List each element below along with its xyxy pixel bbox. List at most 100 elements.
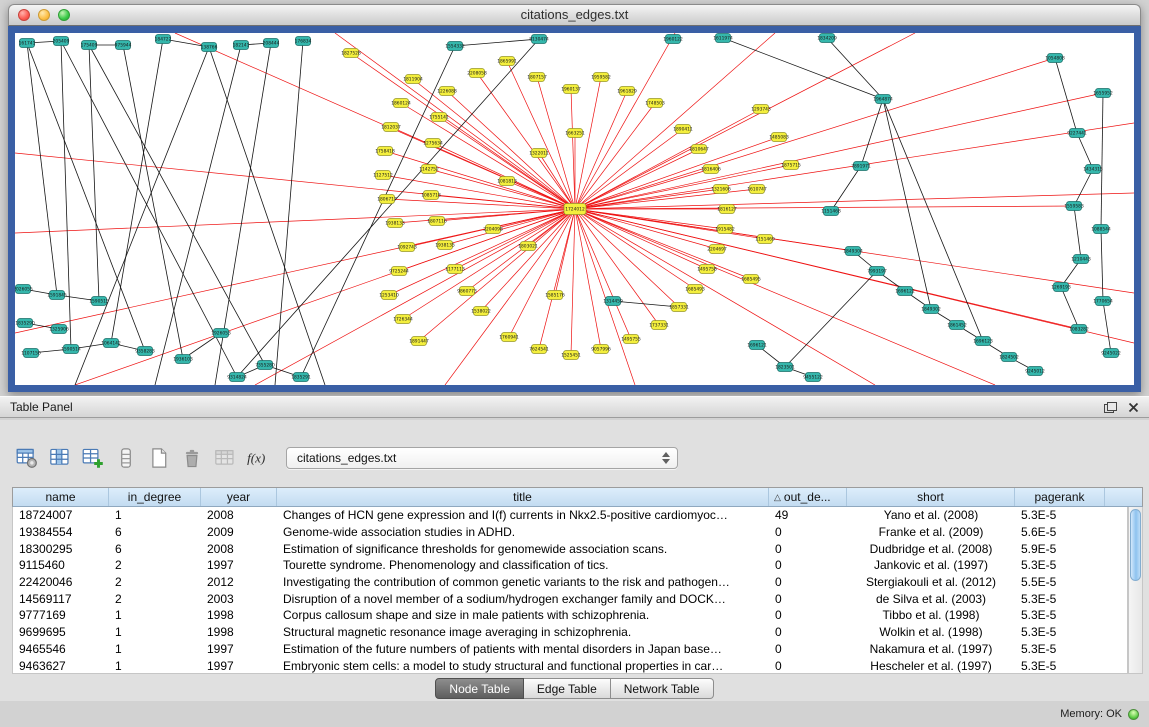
graph-hub-node[interactable]: 1724012	[564, 204, 586, 215]
graph-node[interactable]: 1827528	[341, 49, 361, 58]
graph-node[interactable]: 1810647	[689, 145, 709, 154]
graph-node[interactable]: 1485083	[769, 133, 789, 142]
graph-node[interactable]: 176834	[295, 37, 312, 46]
graph-node[interactable]: 1081813	[497, 177, 517, 186]
graph-node[interactable]: 1816127	[717, 205, 737, 214]
graph-node[interactable]: 9455122	[803, 373, 823, 382]
graph-node[interactable]: 1696123	[973, 337, 993, 346]
graph-node[interactable]: 7355280	[255, 361, 275, 370]
graph-node[interactable]: 1835290	[15, 319, 35, 328]
graph-node[interactable]: 9725244	[389, 267, 409, 276]
graph-node[interactable]: 1088544	[1091, 225, 1111, 234]
graph-node[interactable]: 1663251	[565, 129, 585, 138]
graph-node[interactable]: 1755141	[429, 113, 449, 122]
table-gray-icon[interactable]	[212, 445, 238, 471]
tab-edge-table[interactable]: Edge Table	[524, 678, 611, 699]
column-header-pagerank[interactable]: pagerank	[1015, 488, 1105, 506]
table-row[interactable]: 977716911998Corpus callosum shape and si…	[13, 607, 1127, 624]
graph-node[interactable]: 208444	[263, 39, 280, 48]
graph-node[interactable]: 1816406	[701, 165, 721, 174]
graph-node[interactable]: 1054808	[1045, 54, 1065, 63]
graph-node[interactable]: 1293743	[751, 105, 771, 114]
graph-node[interactable]: 1760941	[499, 333, 519, 342]
graph-node[interactable]: 1611974	[713, 34, 733, 43]
graph-node[interactable]: 184722	[155, 35, 172, 44]
graph-node[interactable]: 9358283	[135, 347, 155, 356]
graph-node[interactable]: 1696122	[895, 287, 915, 296]
graph-node[interactable]: 2026055	[15, 285, 33, 294]
graph-node[interactable]: 9227441	[1067, 129, 1087, 138]
graph-node[interactable]: 1812037	[381, 123, 401, 132]
table-row[interactable]: 946554611997Estimation of the future num…	[13, 641, 1127, 658]
graph-node[interactable]: 1092743	[397, 243, 417, 252]
graph-node[interactable]: 1610747	[747, 185, 767, 194]
graph-node[interactable]: 1961829	[617, 87, 637, 96]
graph-node[interactable]: 1151469	[755, 235, 775, 244]
graph-node[interactable]: 1685493	[685, 285, 705, 294]
graph-node[interactable]: 1849302	[921, 305, 941, 314]
column-header-name[interactable]: name	[13, 488, 109, 506]
graph-node[interactable]: 7624541	[529, 345, 549, 354]
graph-node[interactable]: 7993197	[867, 267, 887, 276]
graph-node[interactable]: 1770654	[1093, 297, 1113, 306]
table-selector-dropdown[interactable]: citations_edges.txt	[286, 447, 678, 469]
graph-node[interactable]: 1823501	[775, 363, 795, 372]
network-canvas[interactable]: 1617412054091754099759441847221387661821…	[15, 33, 1134, 385]
graph-node[interactable]: 1590515	[89, 297, 109, 306]
graph-node[interactable]: 1811904	[403, 75, 423, 84]
graph-node[interactable]: 1807157	[527, 73, 547, 82]
window-titlebar[interactable]: citations_edges.txt	[8, 4, 1141, 26]
graph-node[interactable]: 1938133	[385, 219, 405, 228]
graph-node[interactable]: 9245012	[1025, 367, 1045, 376]
graph-node[interactable]: 1748503	[645, 99, 665, 108]
graph-node[interactable]: 1275634	[423, 139, 443, 148]
graph-node[interactable]: 9245022	[1101, 349, 1121, 358]
graph-node[interactable]: 1807116	[427, 217, 447, 226]
column-icon[interactable]	[113, 445, 139, 471]
graph-node[interactable]: 1806717	[377, 195, 397, 204]
graph-node[interactable]: 1495758	[697, 265, 717, 274]
graph-node[interactable]: 7891971	[851, 162, 871, 171]
graph-node[interactable]: 1559583	[1064, 202, 1084, 211]
table-row[interactable]: 1830029562008Estimation of significance …	[13, 540, 1127, 557]
graph-node[interactable]: 1085718	[421, 191, 441, 200]
graph-node[interactable]: 1226088	[437, 87, 457, 96]
graph-node[interactable]: 1803021	[518, 242, 538, 251]
table-row[interactable]: 2242004622012Investigating the contribut…	[13, 574, 1127, 591]
column-header-short[interactable]: short	[847, 488, 1015, 506]
table-row[interactable]: 969969511998Structural magnetic resonanc…	[13, 624, 1127, 641]
graph-node[interactable]: 1325906	[49, 325, 69, 334]
scrollbar-thumb[interactable]	[1130, 509, 1141, 581]
graph-node[interactable]: 1322011	[529, 149, 549, 158]
graph-node[interactable]: 8130474	[529, 35, 549, 44]
graph-node[interactable]: 1590514	[61, 345, 81, 354]
graph-node[interactable]: 1064142	[101, 339, 121, 348]
table-row[interactable]: 946362711997Embryonic stem cells: a mode…	[13, 657, 1127, 674]
graph-node[interactable]: 1959582	[591, 73, 611, 82]
column-header-year[interactable]: year	[201, 488, 277, 506]
graph-node[interactable]: 1926053	[211, 329, 231, 338]
graph-node[interactable]: 1849304	[843, 247, 863, 256]
minimize-window-button[interactable]	[38, 9, 50, 21]
graph-node[interactable]: 1269193	[1051, 283, 1071, 292]
graph-node[interactable]: 1127512	[373, 171, 393, 180]
graph-node[interactable]: 1938135	[435, 241, 455, 250]
table-scrollbar[interactable]	[1128, 507, 1143, 674]
graph-node[interactable]: 1655952	[1093, 89, 1113, 98]
column-header-in_degree[interactable]: in_degree	[109, 488, 201, 506]
close-panel-icon[interactable]	[1128, 402, 1139, 413]
graph-node[interactable]: 1495755	[621, 335, 641, 344]
tab-node-table[interactable]: Node Table	[435, 678, 524, 699]
graph-node[interactable]: 1915482	[715, 225, 735, 234]
graph-node[interactable]: 9057996	[591, 345, 611, 354]
table-row[interactable]: 1938455462009Genome-wide association stu…	[13, 524, 1127, 541]
graph-node[interactable]: 1685495	[741, 275, 761, 284]
table-columns-icon[interactable]	[47, 445, 73, 471]
graph-node[interactable]: 1964874	[873, 95, 893, 104]
graph-node[interactable]: 1835291	[291, 373, 311, 382]
graph-node[interactable]: 1591845	[47, 291, 67, 300]
graph-node[interactable]: 975944	[115, 41, 132, 50]
graph-node[interactable]: 1321606	[711, 185, 731, 194]
graph-node[interactable]: 182141	[233, 41, 250, 50]
graph-node[interactable]: 1107150	[21, 349, 41, 358]
